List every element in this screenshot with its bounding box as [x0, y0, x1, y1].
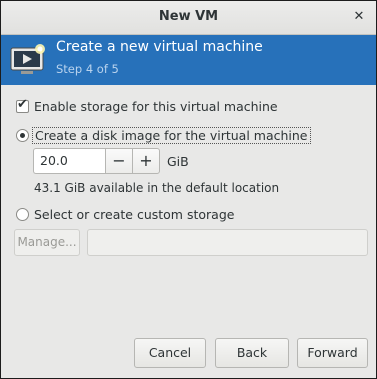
forward-button[interactable]: Forward	[297, 338, 368, 368]
disk-image-radio[interactable]: Create a disk image for the virtual mach…	[16, 126, 311, 144]
cancel-button[interactable]: Cancel	[134, 338, 206, 368]
enable-storage-checkbox[interactable]: ✔ Enable storage for this virtual machin…	[16, 96, 278, 114]
custom-storage-radio[interactable]: Select or create custom storage	[16, 206, 234, 222]
manage-button[interactable]: Manage...	[14, 229, 80, 256]
vm-monitor-icon	[10, 44, 45, 74]
radio-button-unselected[interactable]	[16, 207, 29, 221]
increment-button[interactable]: +	[132, 148, 160, 174]
new-vm-dialog: New VM ✕ Create a new virtual machine St…	[0, 0, 377, 379]
close-icon[interactable]: ✕	[350, 8, 368, 26]
radio-dot-icon	[20, 132, 25, 138]
disk-image-label: Create a disk image for the virtual mach…	[32, 126, 311, 144]
storage-path-field[interactable]	[87, 229, 368, 256]
title-bar: New VM ✕	[1, 1, 376, 35]
enable-storage-label: Enable storage for this virtual machine	[34, 98, 278, 114]
checkmark-icon: ✔	[17, 96, 28, 112]
header-banner: Create a new virtual machine Step 4 of 5	[1, 35, 376, 85]
custom-storage-label: Select or create custom storage	[34, 206, 235, 222]
checkbox-box[interactable]: ✔	[16, 96, 29, 113]
radio-button-selected[interactable]	[16, 128, 29, 142]
available-space-text: 43.1 GiB available in the default locati…	[34, 181, 280, 195]
banner-title: Create a new virtual machine	[56, 39, 263, 55]
size-unit: GiB	[167, 154, 189, 169]
decrement-button[interactable]: −	[105, 148, 133, 174]
disk-size-input[interactable]: 20.0	[33, 148, 105, 174]
step-indicator: Step 4 of 5	[56, 62, 119, 76]
window-title: New VM	[158, 9, 219, 24]
back-button[interactable]: Back	[215, 338, 289, 368]
